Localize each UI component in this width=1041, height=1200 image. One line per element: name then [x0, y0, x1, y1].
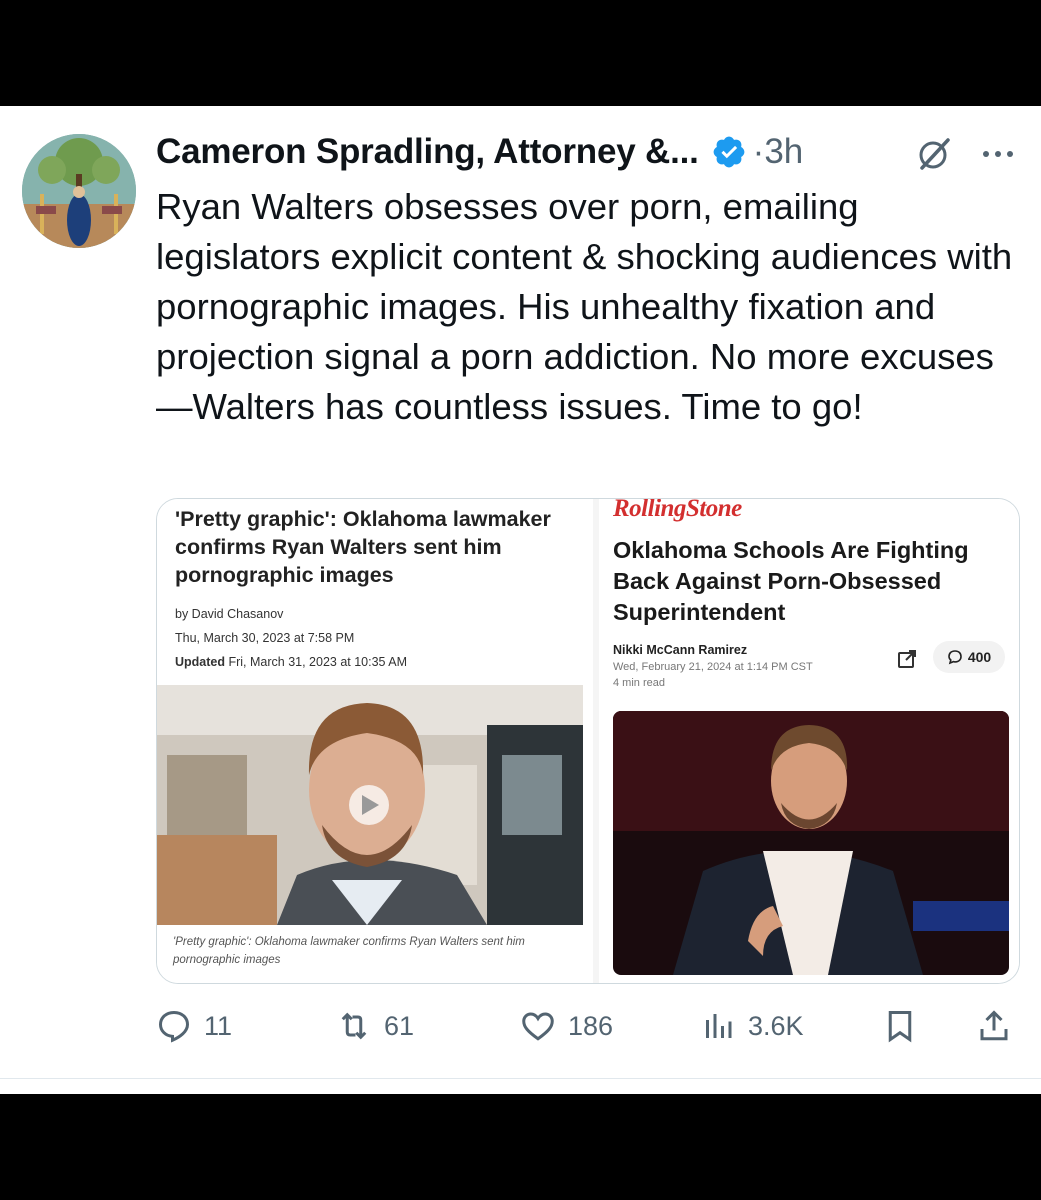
views-button[interactable]: 3.6K: [700, 1002, 804, 1050]
reply-button[interactable]: 11: [156, 1002, 232, 1050]
right-article-photo[interactable]: [613, 711, 1009, 975]
left-article-date: Thu, March 30, 2023 at 7:58 PM: [175, 631, 355, 645]
tweet-timestamp[interactable]: ·3h: [753, 132, 804, 172]
tweet-text: Ryan Walters obsesses over porn, emailin…: [156, 186, 1013, 427]
right-article-headline: Oklahoma Schools Are Fighting Back Again…: [613, 537, 969, 625]
bottom-black-bar: [0, 1094, 1041, 1200]
reply-count: 11: [204, 1010, 233, 1041]
tweet[interactable]: Cameron Spradling, Attorney &... ·3h Rya…: [0, 106, 1041, 1094]
right-article-author: Nikki McCann Ramirez: [613, 643, 748, 657]
reply-icon: [158, 1010, 190, 1043]
repost-icon: [341, 1012, 367, 1040]
share-button[interactable]: [976, 1002, 1012, 1050]
like-count: 186: [568, 1010, 614, 1041]
repost-count: 61: [384, 1010, 415, 1041]
repost-button[interactable]: 61: [336, 1002, 414, 1050]
left-article-photo[interactable]: [157, 685, 583, 925]
bookmark-button[interactable]: [882, 1002, 918, 1050]
heart-icon: [522, 1012, 554, 1041]
author-name[interactable]: Cameron Spradling, Attorney &...: [156, 132, 699, 172]
share-icon: [980, 1010, 1008, 1041]
tweet-header: Cameron Spradling, Attorney &... ·3h: [156, 130, 1026, 174]
like-button[interactable]: 186: [520, 1002, 613, 1050]
grok-icon[interactable]: [914, 134, 954, 174]
left-article-headline: 'Pretty graphic': Oklahoma lawmaker conf…: [175, 507, 551, 587]
verified-badge-icon: [711, 134, 747, 170]
left-article-caption: 'Pretty graphic': Oklahoma lawmaker conf…: [173, 936, 525, 966]
divider: [0, 1078, 1041, 1079]
avatar[interactable]: [22, 134, 136, 248]
more-options-icon[interactable]: [976, 136, 1020, 172]
comment-count-pill[interactable]: 400: [933, 641, 1005, 673]
action-bar: 11 61 186 3.6K: [156, 1002, 1026, 1050]
views-count: 3.6K: [748, 1010, 804, 1041]
left-article-byline: by David Chasanov: [175, 607, 284, 621]
comment-bubble-icon: [948, 650, 962, 665]
bookmark-icon: [888, 1011, 912, 1043]
top-black-bar: [0, 0, 1041, 106]
external-link-icon[interactable]: [895, 647, 919, 671]
right-article-screenshot[interactable]: RollingStone Oklahoma Schools Are Fighti…: [593, 498, 1019, 983]
left-article-updated: Updated Fri, March 31, 2023 at 10:35 AM: [175, 655, 408, 669]
right-article-date: Wed, February 21, 2024 at 1:14 PM CST: [613, 661, 813, 673]
media-card[interactable]: 'Pretty graphic': Oklahoma lawmaker conf…: [156, 498, 1020, 984]
rolling-stone-logo: RollingStone: [613, 498, 742, 522]
analytics-icon: [706, 1014, 732, 1038]
left-article-screenshot[interactable]: 'Pretty graphic': Oklahoma lawmaker conf…: [157, 499, 593, 983]
right-article-read-time: 4 min read: [613, 677, 665, 689]
